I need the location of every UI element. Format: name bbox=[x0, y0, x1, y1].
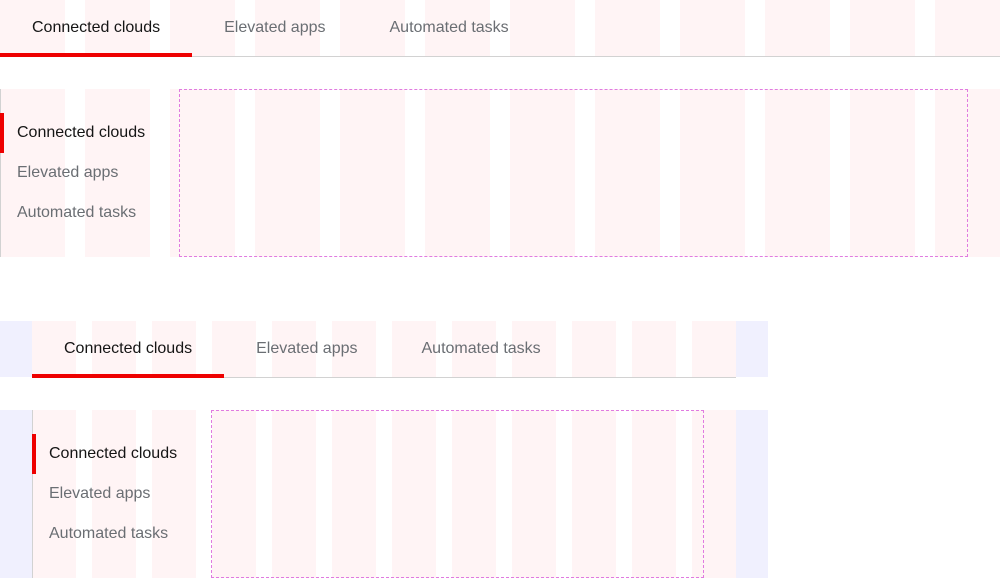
tab-automated-tasks[interactable]: Automated tasks bbox=[358, 0, 541, 56]
tab-automated-tasks[interactable]: Automated tasks bbox=[390, 321, 573, 377]
vertical-tabs-full: Connected clouds Elevated apps Automated… bbox=[0, 89, 168, 257]
grid-gutter bbox=[0, 410, 32, 578]
vertical-tab-automated-tasks[interactable]: Automated tasks bbox=[1, 193, 168, 233]
tab-elevated-apps[interactable]: Elevated apps bbox=[224, 321, 389, 377]
vertical-tab-elevated-apps[interactable]: Elevated apps bbox=[1, 153, 168, 193]
grid-gutter bbox=[736, 410, 768, 578]
horizontal-tabs-inset: Connected clouds Elevated apps Automated… bbox=[32, 321, 736, 378]
vertical-tab-automated-tasks[interactable]: Automated tasks bbox=[33, 514, 200, 554]
vertical-tab-connected-clouds[interactable]: Connected clouds bbox=[32, 434, 200, 474]
grid-gutter bbox=[736, 321, 768, 377]
tab-connected-clouds[interactable]: Connected clouds bbox=[0, 0, 193, 57]
tab-content-panel-full bbox=[179, 89, 968, 257]
tab-connected-clouds[interactable]: Connected clouds bbox=[32, 321, 225, 378]
vertical-tab-connected-clouds[interactable]: Connected clouds bbox=[0, 113, 168, 153]
grid-gutter bbox=[0, 321, 32, 377]
horizontal-tabs-full: Connected clouds Elevated apps Automated… bbox=[0, 0, 1000, 57]
vertical-tabs-inset: Connected clouds Elevated apps Automated… bbox=[32, 410, 200, 578]
vertical-tab-elevated-apps[interactable]: Elevated apps bbox=[33, 474, 200, 514]
tab-elevated-apps[interactable]: Elevated apps bbox=[192, 0, 357, 56]
tab-content-panel-inset bbox=[211, 410, 704, 578]
